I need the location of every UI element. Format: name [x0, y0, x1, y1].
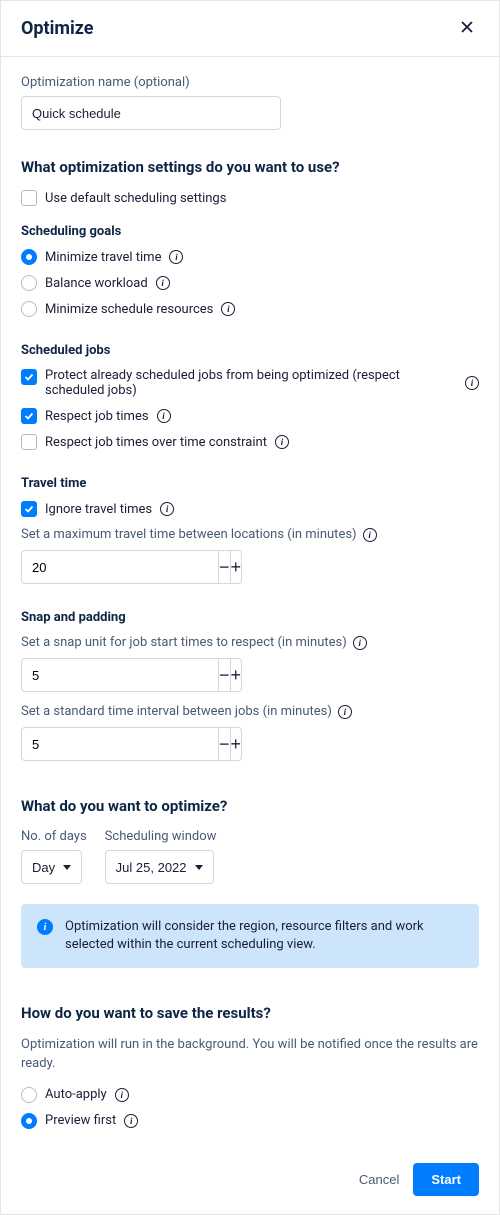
info-icon[interactable]	[156, 276, 170, 290]
auto-apply-row: Auto-apply	[21, 1087, 479, 1103]
info-icon[interactable]	[169, 250, 183, 264]
ignore-travel-label: Ignore travel times	[45, 502, 152, 517]
snap-interval-label: Set a standard time interval between job…	[21, 704, 479, 719]
info-icon[interactable]	[115, 1088, 129, 1102]
snap-unit-stepper: − +	[21, 658, 216, 692]
auto-apply-radio[interactable]	[21, 1087, 37, 1103]
respect-times-label: Respect job times	[45, 409, 149, 424]
goal-minimize-resources-label: Minimize schedule resources	[45, 302, 213, 317]
preview-first-label: Preview first	[45, 1113, 116, 1128]
snap-interval-increment[interactable]: +	[230, 727, 243, 761]
goal-balance-row: Balance workload	[21, 275, 479, 291]
use-default-checkbox[interactable]	[21, 190, 37, 206]
snap-unit-increment[interactable]: +	[230, 658, 243, 692]
protect-scheduled-row: Protect already scheduled jobs from bein…	[21, 368, 479, 398]
what-optimize-title: What do you want to optimize?	[21, 797, 479, 815]
respect-over-constraint-label: Respect job times over time constraint	[45, 435, 267, 450]
modal-footer: Cancel Start	[1, 1149, 499, 1214]
auto-apply-label: Auto-apply	[45, 1087, 107, 1102]
scheduling-goals-title: Scheduling goals	[21, 224, 479, 239]
goal-minimize-travel-row: Minimize travel time	[21, 249, 479, 265]
info-banner-text: Optimization will consider the region, r…	[65, 918, 463, 954]
use-default-label: Use default scheduling settings	[45, 191, 226, 206]
respect-times-checkbox[interactable]	[21, 408, 37, 424]
window-select[interactable]: Jul 25, 2022	[105, 850, 214, 884]
info-banner: Optimization will consider the region, r…	[21, 904, 479, 968]
info-icon[interactable]	[363, 528, 377, 542]
snap-interval-input[interactable]	[21, 727, 218, 761]
goal-minimize-resources-row: Minimize schedule resources	[21, 301, 479, 317]
optimize-selects-row: No. of days Day Scheduling window Jul 25…	[21, 829, 479, 884]
close-button[interactable]	[455, 15, 479, 42]
max-travel-decrement[interactable]: −	[218, 550, 230, 584]
settings-section-title: What optimization settings do you want t…	[21, 158, 479, 176]
days-label: No. of days	[21, 829, 87, 844]
snap-unit-input[interactable]	[21, 658, 218, 692]
optimization-name-input[interactable]	[21, 96, 281, 130]
cancel-button[interactable]: Cancel	[359, 1172, 399, 1187]
info-icon[interactable]	[353, 636, 367, 650]
max-travel-stepper: − +	[21, 550, 216, 584]
info-icon[interactable]	[275, 435, 289, 449]
start-button[interactable]: Start	[413, 1163, 479, 1196]
save-results-helper: Optimization will run in the background.…	[21, 1036, 479, 1072]
info-icon[interactable]	[160, 502, 174, 516]
optimization-name-label: Optimization name (optional)	[21, 75, 479, 90]
save-results-title: How do you want to save the results?	[21, 1004, 479, 1022]
window-label: Scheduling window	[105, 829, 217, 844]
info-icon[interactable]	[221, 302, 235, 316]
snap-padding-title: Snap and padding	[21, 610, 479, 625]
respect-times-row: Respect job times	[21, 408, 479, 424]
ignore-travel-row: Ignore travel times	[21, 501, 479, 517]
goal-minimize-resources-radio[interactable]	[21, 301, 37, 317]
travel-time-title: Travel time	[21, 476, 479, 491]
snap-interval-decrement[interactable]: −	[218, 727, 230, 761]
max-travel-input[interactable]	[21, 550, 218, 584]
protect-scheduled-checkbox[interactable]	[21, 369, 37, 385]
max-travel-increment[interactable]: +	[230, 550, 243, 584]
ignore-travel-checkbox[interactable]	[21, 501, 37, 517]
chevron-down-icon	[195, 865, 203, 870]
modal-title: Optimize	[21, 18, 93, 39]
respect-over-constraint-checkbox[interactable]	[21, 434, 37, 450]
days-select-group: No. of days Day	[21, 829, 87, 884]
info-icon[interactable]	[338, 705, 352, 719]
goal-balance-radio[interactable]	[21, 275, 37, 291]
goal-minimize-travel-radio[interactable]	[21, 249, 37, 265]
optimize-modal: Optimize Optimization name (optional) Wh…	[0, 0, 500, 1215]
info-icon[interactable]	[124, 1114, 138, 1128]
preview-first-radio[interactable]	[21, 1113, 37, 1129]
goal-minimize-travel-label: Minimize travel time	[45, 250, 161, 265]
goal-balance-label: Balance workload	[45, 276, 148, 291]
snap-interval-stepper: − +	[21, 727, 216, 761]
snap-unit-label: Set a snap unit for job start times to r…	[21, 635, 479, 650]
use-default-row: Use default scheduling settings	[21, 190, 479, 206]
preview-first-row: Preview first	[21, 1113, 479, 1129]
info-icon[interactable]	[157, 409, 171, 423]
protect-scheduled-label: Protect already scheduled jobs from bein…	[45, 368, 400, 398]
chevron-down-icon	[63, 865, 71, 870]
window-select-group: Scheduling window Jul 25, 2022	[105, 829, 217, 884]
snap-unit-decrement[interactable]: −	[218, 658, 230, 692]
respect-over-constraint-row: Respect job times over time constraint	[21, 434, 479, 450]
scheduled-jobs-title: Scheduled jobs	[21, 343, 479, 358]
close-icon	[459, 19, 475, 35]
max-travel-label: Set a maximum travel time between locati…	[21, 527, 479, 542]
modal-header: Optimize	[1, 1, 499, 57]
modal-body: Optimization name (optional) What optimi…	[1, 57, 499, 1149]
days-select[interactable]: Day	[21, 850, 82, 884]
info-icon[interactable]	[465, 376, 479, 390]
info-icon	[37, 919, 53, 935]
